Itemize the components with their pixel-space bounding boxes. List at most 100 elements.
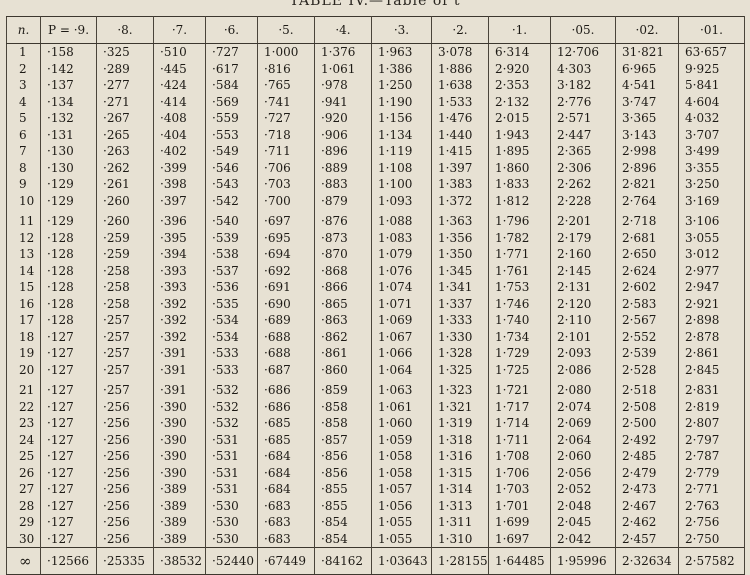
- value-cell: ·765: [257, 77, 315, 94]
- value-cell: ·816: [257, 60, 315, 77]
- value-cell: 6·314: [488, 43, 551, 61]
- value-cell: 1·190: [371, 93, 432, 110]
- value-cell: 2·821: [615, 176, 679, 193]
- column-header-p: ·05.: [550, 16, 616, 44]
- row-n-cell: 4: [6, 93, 41, 110]
- value-cell: ·38532: [153, 547, 206, 575]
- value-cell: 1·316: [431, 448, 489, 465]
- value-cell: 2·921: [678, 295, 745, 312]
- value-cell: 2·132: [488, 93, 551, 110]
- value-cell: 1·318: [431, 431, 489, 448]
- value-cell: ·542: [205, 192, 258, 209]
- table-row: 28·127·256·389·530·683·855 1·056 1·313 1·70…: [6, 497, 745, 514]
- value-cell: 1·886: [431, 60, 489, 77]
- value-cell: ·531: [205, 431, 258, 448]
- value-cell: ·25335: [96, 547, 154, 575]
- value-cell: 2·457: [615, 530, 679, 548]
- value-cell: ·865: [314, 295, 372, 312]
- value-cell: 2·764: [615, 192, 679, 209]
- value-cell: 3·499: [678, 143, 745, 160]
- value-cell: ·855: [314, 481, 372, 498]
- column-header-p: ·02.: [615, 16, 679, 44]
- value-cell: ·686: [257, 398, 315, 415]
- value-cell: ·531: [205, 464, 258, 481]
- value-cell: 5·841: [678, 77, 745, 94]
- value-cell: ·256: [96, 530, 154, 548]
- value-cell: ·536: [205, 279, 258, 296]
- value-cell: ·695: [257, 229, 315, 246]
- value-cell: ·703: [257, 176, 315, 193]
- value-cell: ·859: [314, 378, 372, 399]
- value-cell: ·260: [96, 192, 154, 209]
- value-cell: 1·319: [431, 415, 489, 432]
- value-cell: 2·042: [550, 530, 616, 548]
- value-cell: 4·303: [550, 60, 616, 77]
- row-n-cell: 10: [6, 192, 41, 209]
- value-cell: ·256: [96, 431, 154, 448]
- value-cell: 2·998: [615, 143, 679, 160]
- value-cell: ·866: [314, 279, 372, 296]
- value-cell: 2·552: [615, 328, 679, 345]
- row-n-cell: 14: [6, 262, 41, 279]
- value-cell: 1·055: [371, 514, 432, 531]
- value-cell: ·137: [40, 77, 97, 94]
- value-cell: 1·363: [431, 209, 489, 230]
- value-cell: 2·947: [678, 279, 745, 296]
- value-cell: ·685: [257, 415, 315, 432]
- value-cell: 2·528: [615, 361, 679, 378]
- value-cell: ·530: [205, 497, 258, 514]
- value-cell: 1·056: [371, 497, 432, 514]
- value-cell: ·392: [153, 312, 206, 329]
- value-cell: ·856: [314, 464, 372, 481]
- value-cell: ·741: [257, 93, 315, 110]
- column-header-p: ·1.: [488, 16, 551, 44]
- value-cell: ·862: [314, 328, 372, 345]
- value-cell: 3·012: [678, 246, 745, 263]
- value-cell: 2·819: [678, 398, 745, 415]
- value-cell: 1·753: [488, 279, 551, 296]
- value-cell: 1·108: [371, 159, 432, 176]
- value-cell: ·870: [314, 246, 372, 263]
- value-cell: ·128: [40, 295, 97, 312]
- value-cell: 1·079: [371, 246, 432, 263]
- value-cell: ·256: [96, 464, 154, 481]
- value-cell: ·543: [205, 176, 258, 193]
- value-cell: 2·015: [488, 110, 551, 127]
- value-cell: ·271: [96, 93, 154, 110]
- value-cell: ·694: [257, 246, 315, 263]
- value-cell: ·396: [153, 209, 206, 230]
- value-cell: ·127: [40, 497, 97, 514]
- value-cell: 1·069: [371, 312, 432, 329]
- value-cell: ·684: [257, 481, 315, 498]
- value-cell: 2·074: [550, 398, 616, 415]
- value-cell: ·553: [205, 126, 258, 143]
- value-cell: ·127: [40, 514, 97, 531]
- value-cell: ·727: [257, 110, 315, 127]
- value-cell: 1·734: [488, 328, 551, 345]
- value-cell: 2·898: [678, 312, 745, 329]
- value-cell: 1·333: [431, 312, 489, 329]
- value-cell: ·941: [314, 93, 372, 110]
- row-n-cell: 19: [6, 345, 41, 362]
- value-cell: 2·473: [615, 481, 679, 498]
- table-row: 1·158·325·510·727 1·000 1·376 1·963 3·078 6·3…: [6, 43, 745, 61]
- value-cell: 2·131: [550, 279, 616, 296]
- value-cell: 2·763: [678, 497, 745, 514]
- value-cell: ·67449: [257, 547, 315, 575]
- value-cell: ·689: [257, 312, 315, 329]
- value-cell: ·256: [96, 448, 154, 465]
- value-cell: 2·718: [615, 209, 679, 230]
- value-cell: ·325: [96, 43, 154, 61]
- value-cell: 2·787: [678, 448, 745, 465]
- value-cell: ·535: [205, 295, 258, 312]
- value-cell: ·389: [153, 481, 206, 498]
- value-cell: 2·306: [550, 159, 616, 176]
- value-cell: ·706: [257, 159, 315, 176]
- value-cell: 4·604: [678, 93, 745, 110]
- value-cell: ·392: [153, 295, 206, 312]
- table-body: 1·158·325·510·727 1·000 1·376 1·963 3·078 6·3…: [6, 43, 745, 575]
- value-cell: ·920: [314, 110, 372, 127]
- value-cell: ·532: [205, 378, 258, 399]
- value-cell: 2·056: [550, 464, 616, 481]
- value-cell: 1·708: [488, 448, 551, 465]
